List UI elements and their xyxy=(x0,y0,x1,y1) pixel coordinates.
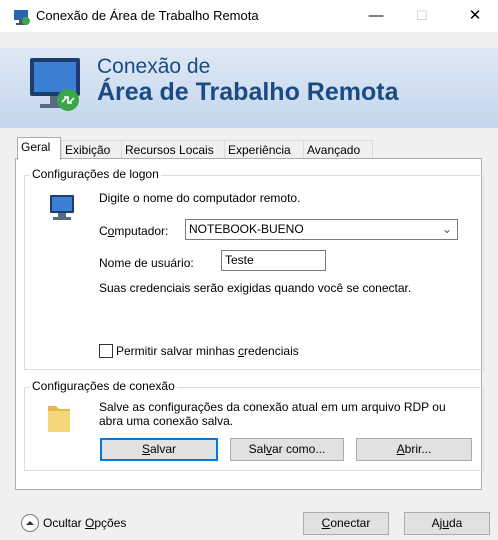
computer-combobox[interactable]: NOTEBOOK-BUENO ⌄ xyxy=(185,219,458,240)
username-label: Nome de usuário: xyxy=(99,256,194,270)
help-button[interactable]: Ajuda xyxy=(404,512,490,535)
save-button[interactable]: Salvar xyxy=(100,438,218,461)
banner-title-line1: Conexão de xyxy=(97,55,211,78)
minimize-button[interactable]: — xyxy=(353,0,399,32)
credentials-note: Suas credenciais serão exigidas quando v… xyxy=(99,281,412,295)
remote-desktop-app-icon xyxy=(14,10,30,25)
tab-exibicao[interactable]: Exibição xyxy=(61,140,124,159)
logon-settings-label: Configurações de logon xyxy=(30,167,161,181)
computer-label: Computador: xyxy=(99,224,169,238)
username-input[interactable]: Teste xyxy=(221,250,326,271)
connection-description: Salve as configurações da conexão atual … xyxy=(99,400,446,428)
close-button[interactable]: ✕ xyxy=(452,0,498,32)
computer-value: NOTEBOOK-BUENO xyxy=(189,222,304,236)
open-button[interactable]: Abrir... xyxy=(356,438,472,461)
hide-options-label[interactable]: Ocultar Opções xyxy=(43,516,126,530)
save-credentials-label[interactable]: Permitir salvar minhas credenciais xyxy=(116,344,299,358)
folder-icon xyxy=(48,406,70,432)
remote-desktop-computer-icon xyxy=(30,58,80,111)
connect-button[interactable]: Conectar xyxy=(303,512,389,535)
chevron-up-icon xyxy=(26,521,34,525)
save-credentials-checkbox[interactable] xyxy=(99,344,113,358)
tab-geral[interactable]: Geral xyxy=(17,137,61,160)
logon-instruction: Digite o nome do computador remoto. xyxy=(99,191,301,205)
tab-avancado[interactable]: Avançado xyxy=(303,140,373,159)
computer-icon xyxy=(50,195,74,220)
save-as-button[interactable]: Salvar como... xyxy=(230,438,344,461)
connection-settings-label: Configurações de conexão xyxy=(30,379,177,393)
banner-title-line2: Área de Trabalho Remota xyxy=(97,78,399,106)
tab-recursos-locais[interactable]: Recursos Locais xyxy=(121,140,227,159)
chevron-down-icon[interactable]: ⌄ xyxy=(442,220,452,239)
maximize-button[interactable]: ☐ xyxy=(399,0,445,32)
tab-experiencia[interactable]: Experiência xyxy=(224,140,306,159)
window-title: Conexão de Área de Trabalho Remota xyxy=(36,8,259,23)
hide-options-toggle[interactable] xyxy=(21,514,39,532)
